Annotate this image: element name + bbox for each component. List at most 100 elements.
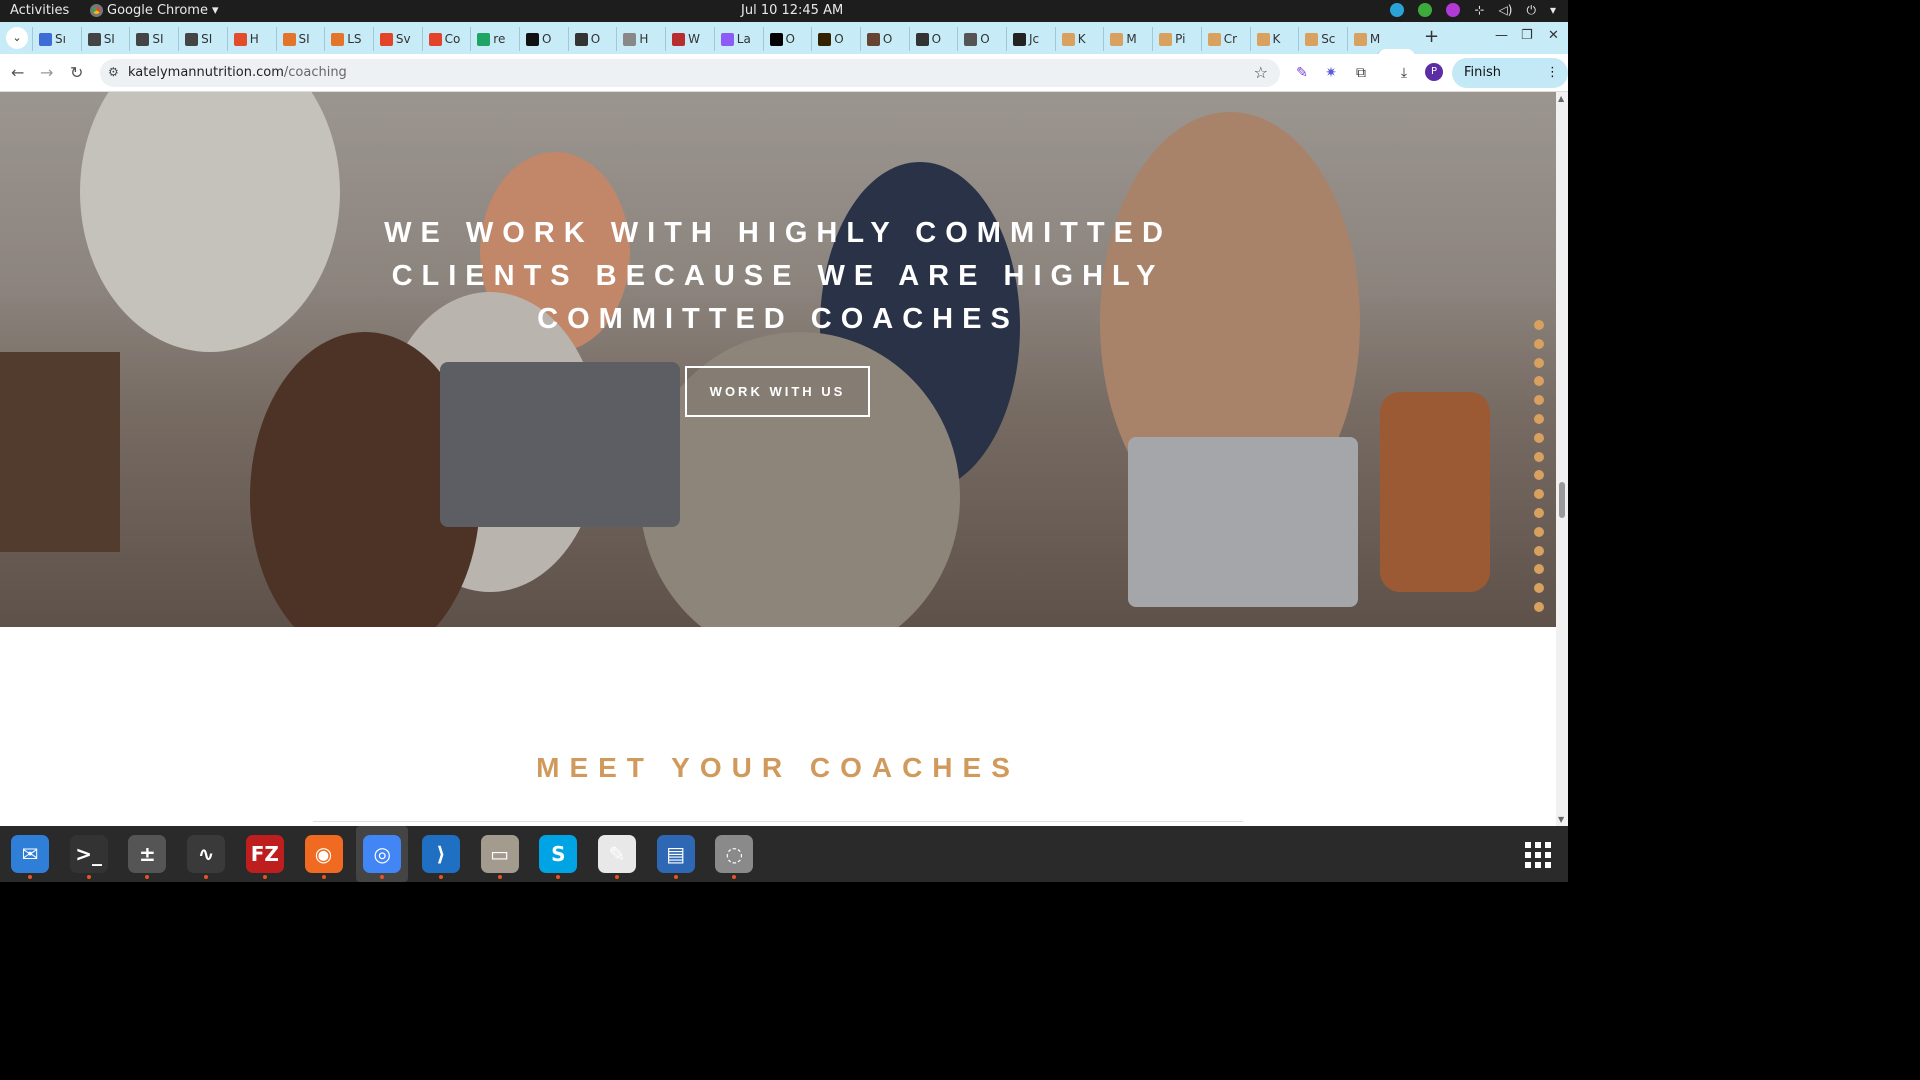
- firefox-icon[interactable]: ◉: [304, 835, 343, 879]
- tab[interactable]: Sv: [372, 27, 413, 51]
- nav-dot[interactable]: [1534, 320, 1544, 330]
- forward-button[interactable]: →: [40, 63, 53, 82]
- clock[interactable]: Jul 10 12:45 AM: [741, 3, 843, 18]
- tab[interactable]: M: [1103, 27, 1143, 51]
- scroll-up-icon[interactable]: ▲: [1558, 94, 1564, 103]
- nav-dot[interactable]: [1534, 583, 1544, 594]
- terminal-icon[interactable]: >_: [69, 835, 108, 879]
- tab[interactable]: O: [519, 27, 559, 51]
- app-menu[interactable]: Google Chrome ▾: [90, 3, 219, 18]
- tab[interactable]: Jc: [1006, 27, 1046, 51]
- tab[interactable]: SI: [129, 27, 169, 51]
- tab[interactable]: Sc: [1298, 27, 1338, 51]
- nav-dot[interactable]: [1534, 545, 1544, 556]
- maximize-icon[interactable]: ❐: [1521, 28, 1533, 43]
- nav-dot[interactable]: [1534, 432, 1544, 443]
- tab[interactable]: O: [762, 27, 803, 51]
- work-with-us-button[interactable]: WORK WITH US: [685, 366, 870, 417]
- nav-dot[interactable]: [1534, 564, 1544, 575]
- tab[interactable]: LS: [324, 27, 364, 51]
- tab[interactable]: SI: [178, 27, 218, 51]
- system-monitor-icon[interactable]: ∿: [187, 835, 226, 879]
- caret-down-icon: ▾: [211, 3, 219, 18]
- nav-dot[interactable]: [1534, 338, 1544, 349]
- network-icon[interactable]: ⊹: [1474, 3, 1484, 18]
- tab[interactable]: H: [226, 27, 267, 51]
- tab-label: O: [590, 32, 601, 46]
- tab-search-button[interactable]: ⌄: [6, 27, 28, 49]
- tab[interactable]: Cr: [1200, 27, 1241, 51]
- extensions-puzzle-icon[interactable]: ⧉: [1352, 64, 1370, 82]
- files-icon[interactable]: ▭: [480, 835, 519, 879]
- tab[interactable]: re: [470, 27, 510, 51]
- tab[interactable]: W: [665, 27, 705, 51]
- scrollbar-thumb[interactable]: [1559, 482, 1565, 518]
- favicon-icon: [39, 32, 52, 46]
- nav-dot[interactable]: [1534, 395, 1544, 406]
- document-viewer-icon[interactable]: ▤: [656, 835, 695, 879]
- close-window-icon[interactable]: ✕: [1548, 28, 1559, 43]
- nav-dot[interactable]: [1534, 357, 1544, 368]
- nav-dot[interactable]: [1534, 376, 1544, 387]
- tab[interactable]: H: [616, 27, 656, 51]
- nav-dot[interactable]: [1534, 526, 1544, 537]
- page-scrollbar[interactable]: ▲ ▼: [1556, 92, 1568, 826]
- site-info-icon[interactable]: ⚙: [108, 65, 119, 79]
- page-viewport: WE WORK WITH HIGHLY COMMITTED CLIENTS BE…: [0, 92, 1556, 826]
- activities-button[interactable]: Activities: [10, 3, 69, 18]
- nav-dot[interactable]: [1534, 413, 1544, 424]
- tab[interactable]: O: [957, 27, 997, 51]
- tab-label: Sv: [395, 32, 411, 46]
- tab[interactable]: O: [908, 27, 949, 51]
- nav-dot[interactable]: [1534, 507, 1544, 518]
- show-apps-grid-icon[interactable]: [1525, 842, 1551, 868]
- chrome-icon[interactable]: ◎: [363, 835, 402, 879]
- tab[interactable]: O: [567, 27, 608, 51]
- new-tab-button[interactable]: +: [1424, 26, 1439, 47]
- url-text[interactable]: katelymannutrition.com/coaching: [128, 65, 347, 80]
- nav-dot[interactable]: [1534, 601, 1544, 612]
- tab[interactable]: K: [1054, 27, 1095, 51]
- reload-button[interactable]: ↻: [70, 63, 83, 82]
- download-icon[interactable]: ⤓: [1395, 64, 1413, 82]
- tab[interactable]: O: [859, 27, 900, 51]
- tray-color-icon[interactable]: [1446, 3, 1461, 17]
- caret-down-icon[interactable]: ▾: [1550, 3, 1556, 18]
- back-button[interactable]: ←: [11, 63, 24, 82]
- filezilla-icon[interactable]: FZ: [245, 835, 284, 879]
- vscode-icon[interactable]: ⟩: [421, 835, 460, 879]
- tab[interactable]: Pi: [1152, 27, 1192, 51]
- tab[interactable]: Co: [421, 27, 462, 51]
- address-bar[interactable]: ⚙ katelymannutrition.com/coaching ☆: [100, 59, 1280, 87]
- tray-check-icon[interactable]: [1418, 3, 1433, 17]
- tab[interactable]: SI: [80, 27, 121, 51]
- tab[interactable]: O: [811, 27, 851, 51]
- pen-extension-icon[interactable]: ✎: [1293, 64, 1311, 82]
- calculator-icon[interactable]: ±: [128, 835, 167, 879]
- tab[interactable]: M: [1346, 27, 1387, 51]
- nav-dot[interactable]: [1534, 451, 1544, 462]
- nav-dot[interactable]: [1534, 470, 1544, 481]
- thunderbird-icon[interactable]: ✉: [11, 835, 49, 879]
- tab[interactable]: K: [1249, 27, 1290, 51]
- snowflake-extension-icon[interactable]: ✷: [1322, 64, 1340, 82]
- skype-icon[interactable]: S: [539, 835, 578, 879]
- tab[interactable]: La: [713, 27, 754, 51]
- volume-icon[interactable]: ◁): [1499, 3, 1513, 18]
- running-indicator: [497, 875, 502, 879]
- minimize-icon[interactable]: —: [1495, 28, 1508, 43]
- tab[interactable]: Sı: [32, 27, 72, 51]
- finish-update-button[interactable]: Finish update⋮: [1452, 58, 1568, 110]
- nav-dot[interactable]: [1534, 489, 1544, 500]
- text-editor-icon[interactable]: ✎: [598, 835, 636, 879]
- profile-avatar[interactable]: P: [1425, 63, 1443, 81]
- scroll-down-icon[interactable]: ▼: [1558, 815, 1564, 824]
- power-icon[interactable]: ⏻: [1526, 3, 1536, 18]
- section-heading: MEET YOUR COACHES: [536, 752, 1020, 783]
- tab[interactable]: SI: [275, 27, 316, 51]
- bookmark-star-icon[interactable]: ☆: [1254, 63, 1268, 82]
- tray-app-icon[interactable]: [1390, 3, 1405, 17]
- system-tray[interactable]: ⊹ ◁) ⏻ ▾: [1390, 3, 1556, 18]
- tab-label: SI: [152, 32, 164, 46]
- disks-icon[interactable]: ◌: [715, 835, 754, 879]
